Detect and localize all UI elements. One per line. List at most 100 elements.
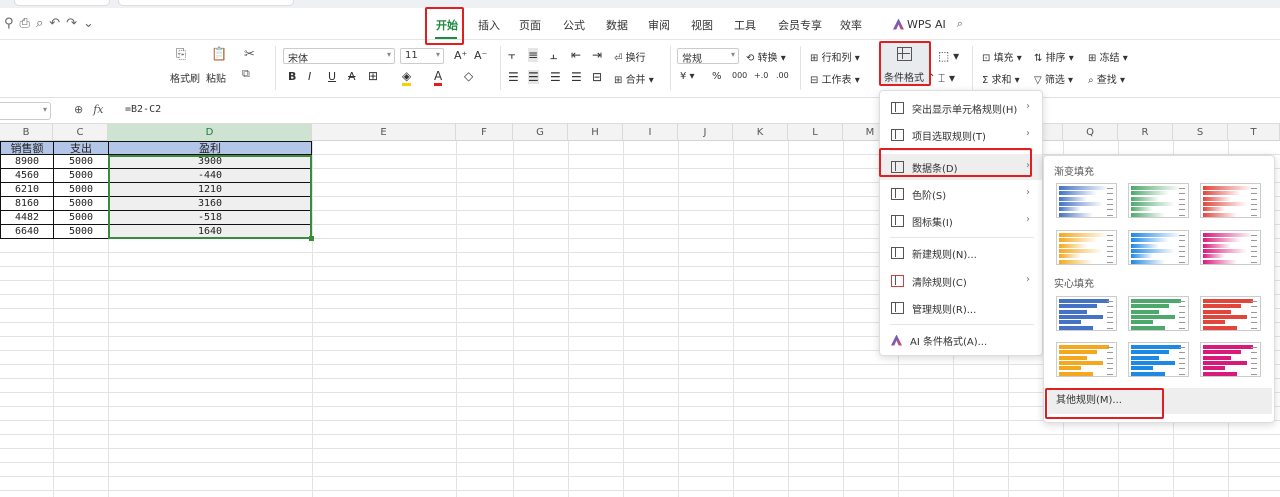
table-cell[interactable]: 1640 bbox=[108, 225, 312, 239]
gradient-data-bar-swatch[interactable] bbox=[1128, 183, 1189, 218]
format-painter-button[interactable]: 格式刷 bbox=[170, 70, 200, 85]
align-bottom-icon[interactable]: ⫠ bbox=[550, 48, 557, 63]
column-header-D[interactable]: D bbox=[108, 124, 312, 141]
other-rules-button[interactable]: 其他规则(M)... bbox=[1048, 388, 1272, 414]
formula-input[interactable]: =B2-C2 bbox=[125, 104, 161, 115]
tab-insert[interactable]: 插入 bbox=[478, 17, 500, 33]
increase-decimal-icon[interactable]: +.0 bbox=[754, 71, 768, 80]
worksheet-button[interactable]: ⊟ 工作表 ▾ bbox=[810, 71, 860, 86]
wps-ai-button[interactable]: WPS AI ⌕ bbox=[893, 17, 963, 31]
header-cell-profit[interactable]: 盈利 bbox=[108, 141, 312, 155]
tab-formula[interactable]: 公式 bbox=[563, 17, 585, 33]
menu-item-clear-rules[interactable]: 清除规则(C) › bbox=[880, 268, 1042, 294]
fill-color-icon[interactable]: ◈ bbox=[402, 69, 412, 86]
tab-page[interactable]: 页面 bbox=[519, 17, 541, 33]
currency-icon[interactable]: ¥ ▾ bbox=[680, 71, 695, 82]
table-cell[interactable]: 4482 bbox=[0, 211, 54, 225]
table-cell[interactable]: 5000 bbox=[53, 169, 109, 183]
gradient-data-bar-swatch[interactable] bbox=[1128, 230, 1189, 265]
menu-item-data-bars[interactable]: 数据条(D) › bbox=[880, 154, 1042, 180]
distributed-icon[interactable]: ⊟ bbox=[592, 70, 602, 84]
fill-handle[interactable] bbox=[309, 236, 314, 241]
wrap-text-button[interactable]: ⏎ 换行 bbox=[614, 49, 646, 64]
column-header-Q[interactable]: Q bbox=[1063, 124, 1118, 141]
align-top-icon[interactable]: ⫟ bbox=[508, 48, 515, 63]
underline-icon[interactable]: U bbox=[328, 70, 336, 83]
zoom-icon[interactable]: ⊕ bbox=[74, 103, 83, 116]
paste-button[interactable]: 粘贴 bbox=[206, 70, 226, 85]
chevron-down-icon[interactable]: ⌄ bbox=[83, 16, 94, 31]
sort-button[interactable]: ⇅ 排序 ▾ bbox=[1034, 49, 1074, 64]
table-cell[interactable]: 5000 bbox=[53, 225, 109, 239]
clear-format-icon[interactable]: ◇ bbox=[464, 69, 473, 83]
convert-button[interactable]: ⟲ 转换 ▾ bbox=[746, 49, 786, 64]
align-right-icon[interactable]: ☰ bbox=[550, 70, 561, 84]
table-cell[interactable]: 6640 bbox=[0, 225, 54, 239]
number-format-select[interactable]: 常规 ▾ bbox=[677, 48, 739, 65]
undo-icon[interactable]: ↶ bbox=[49, 16, 60, 31]
font-size-select[interactable]: 11 ▾ bbox=[400, 48, 444, 64]
solid-data-bar-swatch[interactable] bbox=[1128, 342, 1189, 377]
column-header-G[interactable]: G bbox=[513, 124, 568, 141]
solid-data-bar-swatch[interactable] bbox=[1128, 296, 1189, 331]
decrease-font-icon[interactable]: A⁻ bbox=[474, 49, 487, 62]
format-icon[interactable]: ⌶ ▾ bbox=[938, 71, 955, 86]
cut-icon[interactable]: ✂ bbox=[244, 48, 255, 61]
tab-member[interactable]: 会员专享 bbox=[778, 17, 822, 33]
copy-icon[interactable]: ⧉ bbox=[242, 68, 250, 79]
name-box[interactable]: ▾ bbox=[0, 102, 51, 120]
column-header-R[interactable]: R bbox=[1118, 124, 1173, 141]
menu-item-highlight-rules[interactable]: 突出显示单元格规则(H) › bbox=[880, 95, 1042, 121]
solid-data-bar-swatch[interactable] bbox=[1200, 342, 1261, 377]
menu-item-ai-conditional-format[interactable]: AI 条件格式(A)... bbox=[880, 327, 1042, 353]
border-icon[interactable]: ⊞ bbox=[368, 69, 378, 83]
table-cell[interactable]: 3160 bbox=[108, 197, 312, 211]
document-tab-2[interactable] bbox=[118, 0, 294, 6]
menu-item-icon-sets[interactable]: 图标集(I) › bbox=[880, 208, 1042, 234]
solid-data-bar-swatch[interactable] bbox=[1056, 342, 1117, 377]
column-header-K[interactable]: K bbox=[733, 124, 788, 141]
table-cell[interactable]: 1210 bbox=[108, 183, 312, 197]
justify-icon[interactable]: ☰ bbox=[571, 70, 582, 84]
fx-icon[interactable]: fx bbox=[93, 103, 103, 116]
menu-item-top-bottom-rules[interactable]: 项目选取规则(T) › bbox=[880, 122, 1042, 148]
table-cell[interactable]: 5000 bbox=[53, 211, 109, 225]
column-header-S[interactable]: S bbox=[1173, 124, 1228, 141]
header-cell-expense[interactable]: 支出 bbox=[53, 141, 109, 155]
table-cell[interactable]: 4560 bbox=[0, 169, 54, 183]
freeze-button[interactable]: ⊞ 冻结 ▾ bbox=[1088, 49, 1128, 64]
column-header-F[interactable]: F bbox=[456, 124, 513, 141]
column-header-T[interactable]: T bbox=[1228, 124, 1280, 141]
indent-decrease-icon[interactable]: ⇤ bbox=[571, 48, 581, 62]
column-header-I[interactable]: I bbox=[623, 124, 678, 141]
italic-icon[interactable]: I bbox=[308, 70, 311, 83]
solid-data-bar-swatch[interactable] bbox=[1200, 296, 1261, 331]
tab-data[interactable]: 数据 bbox=[606, 17, 628, 33]
strikethrough-icon[interactable]: A bbox=[348, 70, 356, 83]
tab-home[interactable]: 开始 bbox=[436, 17, 458, 33]
percent-icon[interactable]: % bbox=[712, 71, 722, 82]
tab-view[interactable]: 视图 bbox=[691, 17, 713, 33]
table-cell[interactable]: -518 bbox=[108, 211, 312, 225]
redo-icon[interactable]: ↷ bbox=[66, 16, 77, 31]
bold-icon[interactable]: B bbox=[288, 70, 296, 83]
column-header-H[interactable]: H bbox=[568, 124, 623, 141]
table-cell[interactable]: -440 bbox=[108, 169, 312, 183]
search-icon[interactable]: ⌕ bbox=[957, 17, 963, 31]
menu-item-new-rule[interactable]: 新建规则(N)... bbox=[880, 240, 1042, 266]
column-header-J[interactable]: J bbox=[678, 124, 733, 141]
table-cell[interactable]: 5000 bbox=[53, 155, 109, 169]
table-cell[interactable]: 3900 bbox=[108, 155, 312, 169]
align-center-icon[interactable]: ☰ bbox=[528, 70, 539, 84]
merge-button[interactable]: ⊞ 合并 ▾ bbox=[614, 71, 654, 86]
gradient-data-bar-swatch[interactable] bbox=[1056, 183, 1117, 218]
align-middle-icon[interactable]: ≡ bbox=[528, 48, 539, 62]
font-color-icon[interactable]: A bbox=[434, 69, 443, 86]
solid-data-bar-swatch[interactable] bbox=[1056, 296, 1117, 331]
sum-button[interactable]: Σ 求和 ▾ bbox=[982, 71, 1020, 86]
gradient-data-bar-swatch[interactable] bbox=[1056, 230, 1117, 265]
align-left-icon[interactable]: ☰ bbox=[508, 70, 519, 84]
indent-increase-icon[interactable]: ⇥ bbox=[592, 48, 602, 62]
thousands-icon[interactable]: 000 bbox=[732, 71, 747, 80]
column-header-E[interactable]: E bbox=[312, 124, 456, 141]
